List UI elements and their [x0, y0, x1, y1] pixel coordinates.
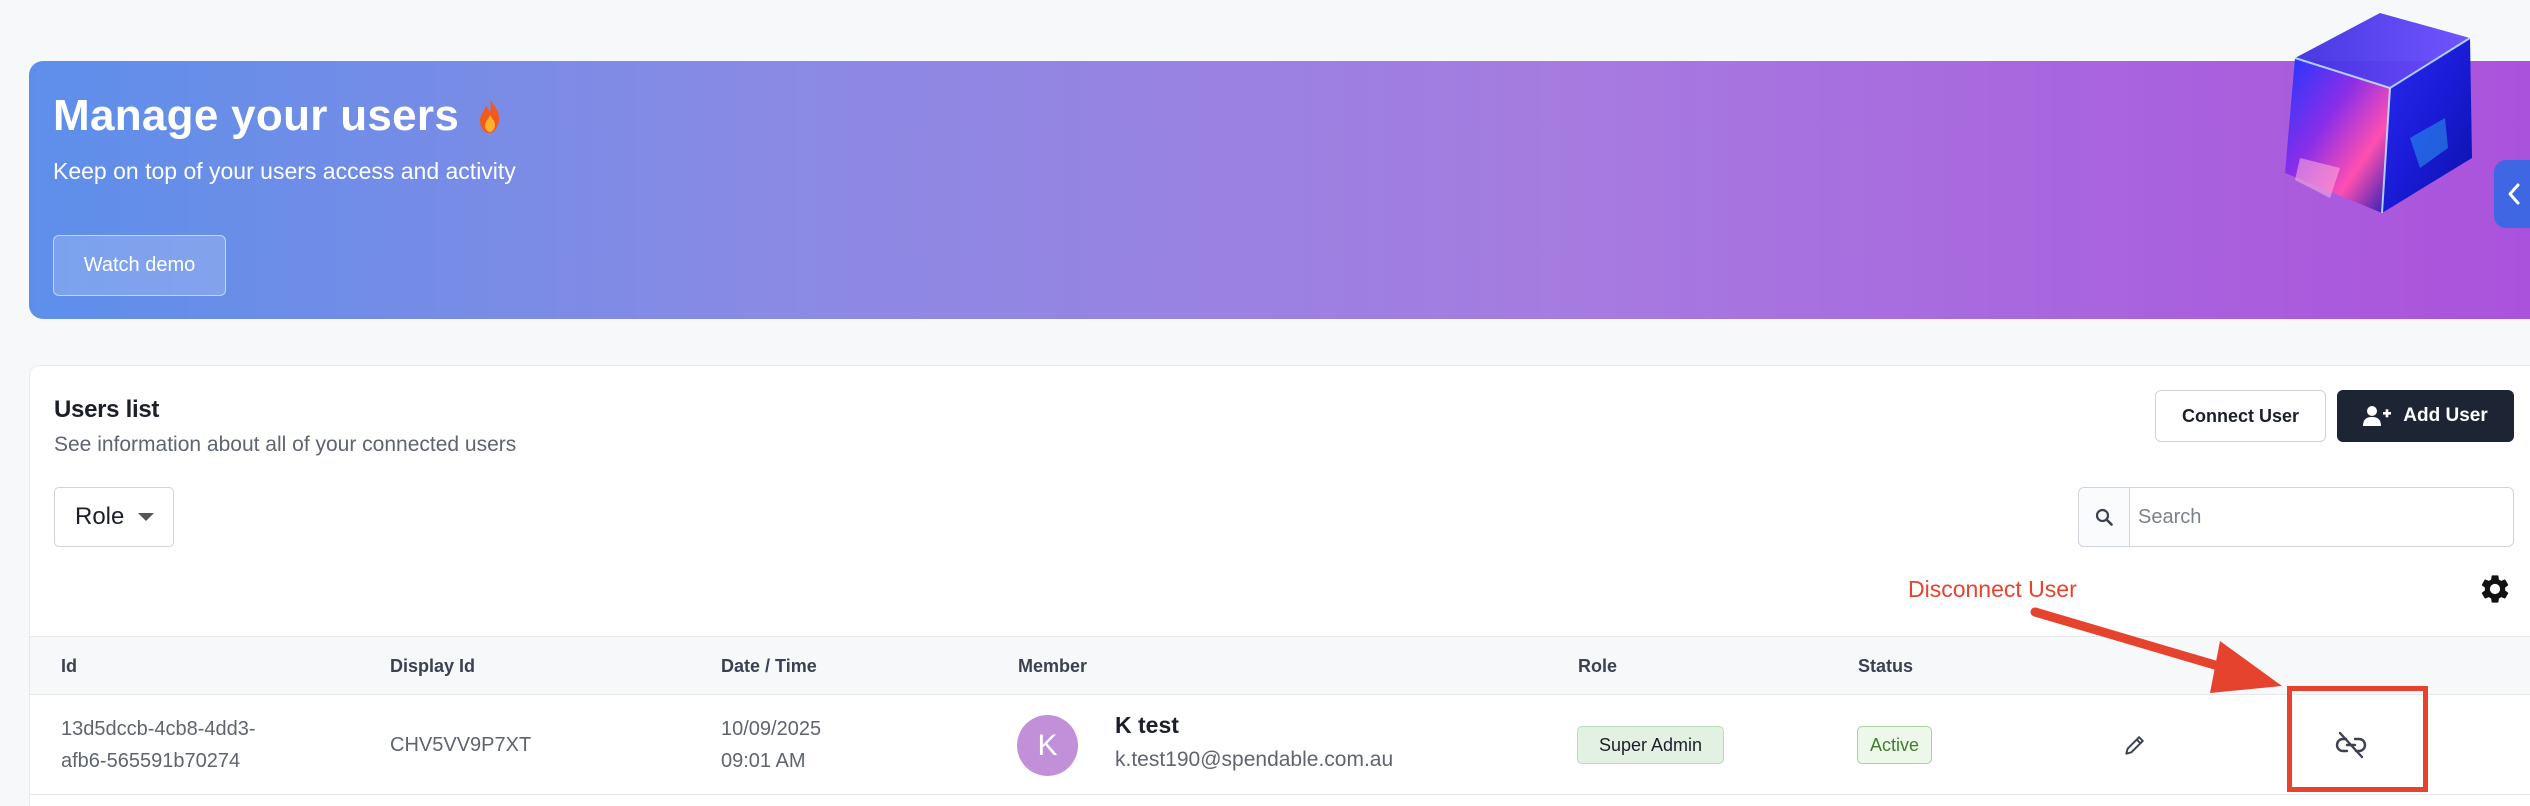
- disconnect-user-annotation: Disconnect User: [1908, 576, 2077, 602]
- column-display-id[interactable]: Display Id: [390, 656, 475, 677]
- user-plus-icon: [2363, 406, 2392, 426]
- hero-banner: Manage your users Keep on top of your us…: [29, 61, 2530, 319]
- column-status[interactable]: Status: [1858, 656, 1913, 677]
- column-member[interactable]: Member: [1018, 656, 1087, 677]
- gear-icon[interactable]: [2478, 572, 2512, 606]
- role-badge: Super Admin: [1577, 726, 1725, 764]
- search-icon: [2095, 508, 2113, 526]
- column-role[interactable]: Role: [1578, 656, 1617, 677]
- users-list-card: Users list See information about all of …: [29, 365, 2530, 806]
- avatar: K: [1017, 715, 1078, 776]
- user-id: 13d5dccb-4cb8-4dd3- afb6-565591b70274: [61, 713, 256, 777]
- disconnect-highlight-box: [2287, 686, 2428, 792]
- banner-title-text: Manage your users: [53, 91, 460, 140]
- cube-illustration: [2285, 13, 2472, 214]
- connect-user-button[interactable]: Connect User: [2155, 390, 2326, 442]
- users-list-title: Users list: [54, 396, 160, 423]
- role-filter-select[interactable]: Role: [54, 487, 174, 547]
- display-id: CHV5VV9P7XT: [390, 734, 532, 756]
- sidebar-toggle-tab[interactable]: [2494, 160, 2530, 228]
- member-name: K test: [1115, 712, 1179, 738]
- chevron-left-icon: [2508, 183, 2520, 205]
- column-date-time[interactable]: Date / Time: [721, 656, 817, 677]
- table-row[interactable]: 13d5dccb-4cb8-4dd3- afb6-565591b70274 CH…: [30, 695, 2530, 795]
- date-time: 10/09/2025 09:01 AM: [721, 713, 821, 777]
- add-user-label: Add User: [2403, 405, 2488, 426]
- table-header: Id Display Id Date / Time Member Role St…: [30, 636, 2530, 695]
- watch-demo-button[interactable]: Watch demo: [53, 235, 226, 296]
- banner-subtitle: Keep on top of your users access and act…: [53, 158, 516, 184]
- caret-down-icon: [138, 513, 155, 521]
- search-field: [2078, 487, 2514, 547]
- member-email: k.test190@spendable.com.au: [1115, 748, 1394, 771]
- users-list-subtitle: See information about all of your connec…: [54, 433, 517, 456]
- status-badge: Active: [1857, 726, 1933, 764]
- user-id-line2: afb6-565591b70274: [61, 750, 241, 772]
- date-value: 10/09/2025: [721, 718, 822, 740]
- add-user-button[interactable]: Add User: [2337, 390, 2514, 442]
- search-input[interactable]: [2130, 488, 2513, 546]
- user-id-line1: 13d5dccb-4cb8-4dd3-: [61, 718, 256, 740]
- time-value: 09:01 AM: [721, 750, 806, 772]
- fire-icon: [480, 98, 500, 133]
- column-id[interactable]: Id: [61, 656, 77, 677]
- banner-title: Manage your users: [53, 91, 505, 141]
- search-icon-box: [2079, 488, 2130, 546]
- pencil-icon[interactable]: [2122, 732, 2148, 758]
- role-filter-value: Role: [75, 503, 125, 530]
